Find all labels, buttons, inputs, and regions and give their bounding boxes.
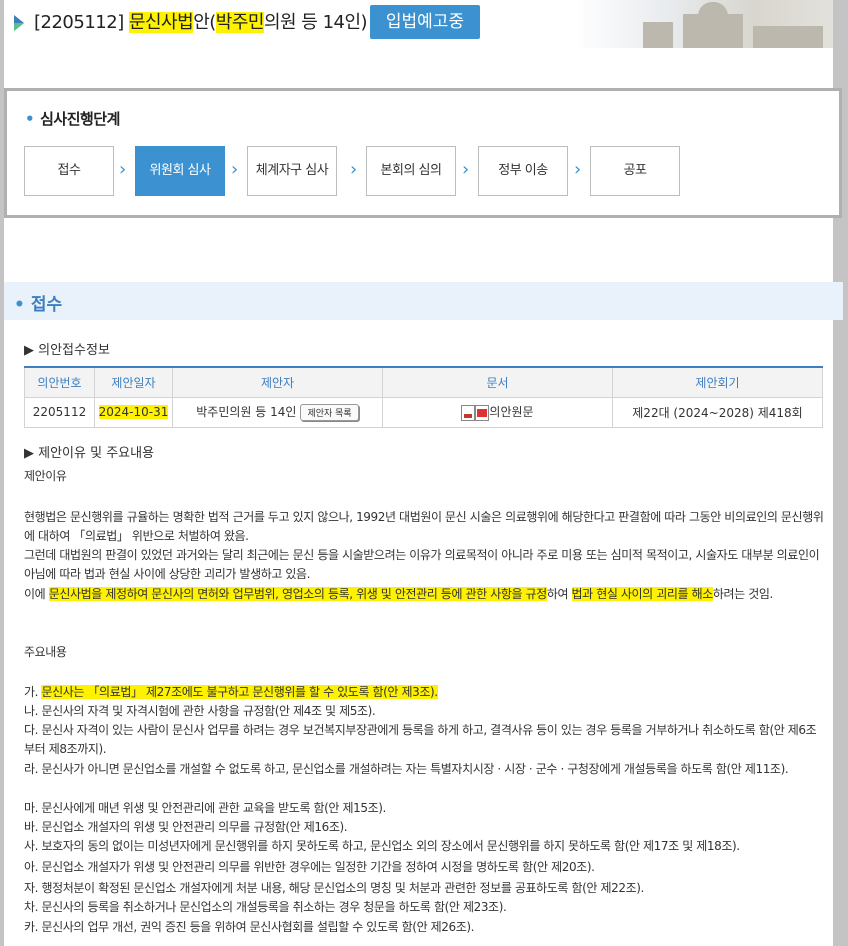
reason-label: 제안이유 xyxy=(24,469,67,483)
main-item: 차. 문신사의 등록을 취소하거나 문신업소의 개설등록을 취소하는 경우 청문… xyxy=(24,900,507,914)
main-item: 바. 문신업소 개설자의 위생 및 안전관리 의무를 규정함(안 제16조). xyxy=(24,820,348,834)
main-item: 나. 문신사의 자격 및 자격시험에 관한 사항을 규정함(안 제4조 및 제5… xyxy=(24,704,376,718)
proposer-rest: 의원 등 14인) xyxy=(263,12,368,33)
cell-proposer: 박주민의원 등 14인 제안자 목록 xyxy=(172,396,383,428)
stage-step-received[interactable]: 접수 xyxy=(24,146,114,196)
p3-text-a: 이에 xyxy=(24,587,49,601)
chevron-right-icon: › xyxy=(574,159,582,180)
reason-paragraph-3: 이에 문신사법을 제정하여 문신사의 면허와 업무범위, 영업소의 등록, 위생… xyxy=(24,585,824,604)
document-link[interactable]: 의안원문 xyxy=(489,405,533,419)
review-stage-panel: • 심사진행단계 접수 › 위원회 심사 › 체계자구 심사 › 본회의 심의 ›… xyxy=(4,88,842,218)
date-highlight: 2024-10-31 xyxy=(98,405,169,419)
col-bill-no: 의안번호 xyxy=(24,366,95,398)
main-item: 라. 문신사가 아니면 문신업소를 개설할 수 없도록 하고, 문신업소를 개설… xyxy=(24,762,789,776)
col-document: 문서 xyxy=(382,366,613,398)
pdf-file-icon[interactable] xyxy=(475,404,490,421)
col-date: 제안일자 xyxy=(94,366,173,398)
proposer-list-button[interactable]: 제안자 목록 xyxy=(300,404,359,421)
bill-name-highlight: 문신사법 xyxy=(128,12,194,33)
main-item: 카. 문신사의 업무 개선, 권익 증진 등을 위하여 문신사협회를 설립할 수… xyxy=(24,920,475,934)
section-title: • 접수 xyxy=(14,290,62,315)
col-session: 제안회기 xyxy=(612,366,823,398)
status-badge[interactable]: 입법예고중 xyxy=(370,5,480,39)
chevron-right-icon xyxy=(14,15,24,31)
stage-title-text: 심사진행단계 xyxy=(40,110,120,128)
main-content-label: 주요내용 xyxy=(24,645,67,659)
bullet-icon: • xyxy=(14,295,25,315)
cell-document: 의안원문 xyxy=(382,396,613,428)
stage-step-promulgation[interactable]: 공포 xyxy=(590,146,680,196)
table-row: 2205112 2024-10-31 박주민의원 등 14인 제안자 목록 의안원… xyxy=(24,396,823,428)
item-ga-prefix: 가. xyxy=(24,685,42,699)
cell-session: 제22대 (2024~2028) 제418회 xyxy=(612,396,823,428)
section-header-received: • 접수 xyxy=(4,282,843,320)
main-item: 다. 문신사 자격이 있는 사람이 문신사 업무를 하려는 경우 보건복지부장관… xyxy=(24,723,817,756)
item-ga-highlight: 문신사는 「의료법」 제27조에도 불구하고 문신행위를 할 수 있도록 함(안… xyxy=(41,685,438,699)
main-item-ga: 가. 문신사는 「의료법」 제27조에도 불구하고 문신행위를 할 수 있도록 … xyxy=(24,683,824,702)
bill-receipt-table: 의안번호 제안일자 제안자 문서 제안회기 2205112 2024-10-31… xyxy=(24,366,823,428)
main-item: 마. 문신사에게 매년 위생 및 안전관리에 관한 교육을 받도록 함(안 제1… xyxy=(24,801,386,815)
bill-header: [2205112] 문신사법안(박주민의원 등 14인) 입법예고중 xyxy=(4,0,833,48)
stage-step-legal-review[interactable]: 체계자구 심사 xyxy=(247,146,337,196)
col-proposer: 제안자 xyxy=(172,366,383,398)
cell-date: 2024-10-31 xyxy=(94,396,173,428)
cell-bill-no: 2205112 xyxy=(24,396,95,428)
bill-name-rest: 안( xyxy=(193,12,216,33)
chevron-right-icon: › xyxy=(231,159,239,180)
reason-content-text: 제안이유 및 주요내용 xyxy=(38,446,155,461)
stage-step-plenary[interactable]: 본회의 심의 xyxy=(366,146,456,196)
main-item: 자. 행정처분이 확정된 문신업소 개설자에게 처분 내용, 해당 문신업소의 … xyxy=(24,881,644,895)
bullet-icon: • xyxy=(25,110,35,128)
bill-title: [2205112] 문신사법안(박주민의원 등 14인) xyxy=(34,8,368,34)
reason-content-heading: ▶ 제안이유 및 주요내용 xyxy=(24,446,155,461)
stage-panel-title: • 심사진행단계 xyxy=(25,108,120,129)
proposer-highlight: 박주민 xyxy=(215,12,264,33)
chevron-right-icon: › xyxy=(462,159,470,180)
proposer-text: 박주민의원 등 14인 xyxy=(196,405,297,419)
reason-paragraph-1: 현행법은 문신행위를 규율하는 명확한 법적 근거를 두고 있지 않으나, 19… xyxy=(24,510,824,543)
p3-text-c: 하려는 것임. xyxy=(712,587,773,601)
stage-step-gov-transfer[interactable]: 정부 이송 xyxy=(478,146,568,196)
reason-paragraph-2: 그런데 대법원의 판결이 있었던 과거와는 달리 최근에는 문신 등을 시술받으… xyxy=(24,548,820,581)
chevron-right-icon: › xyxy=(350,159,358,180)
hwp-file-icon[interactable] xyxy=(461,404,476,421)
table-header-row: 의안번호 제안일자 제안자 문서 제안회기 xyxy=(24,366,823,398)
p3-text-b: 하여 xyxy=(546,587,572,601)
p3-highlight-2: 법과 현실 사이의 괴리를 해소 xyxy=(571,587,713,601)
main-item: 사. 보호자의 동의 없이는 미성년자에게 문신행위를 하지 못하도록 하고, … xyxy=(24,839,740,853)
receipt-info-text: 의안접수정보 xyxy=(38,343,110,358)
main-item: 아. 문신업소 개설자가 위생 및 안전관리 의무를 위반한 경우에는 일정한 … xyxy=(24,860,595,874)
receipt-info-heading: ▶ 의안접수정보 xyxy=(24,343,110,358)
chevron-right-icon: › xyxy=(119,159,127,180)
section-title-text: 접수 xyxy=(30,295,63,315)
bill-number: [2205112] xyxy=(34,12,129,33)
stage-step-committee[interactable]: 위원회 심사 xyxy=(135,146,225,196)
p3-highlight-1: 문신사법을 제정하여 문신사의 면허와 업무범위, 영업소의 등록, 위생 및 … xyxy=(48,587,547,601)
national-assembly-building-image xyxy=(573,0,833,48)
